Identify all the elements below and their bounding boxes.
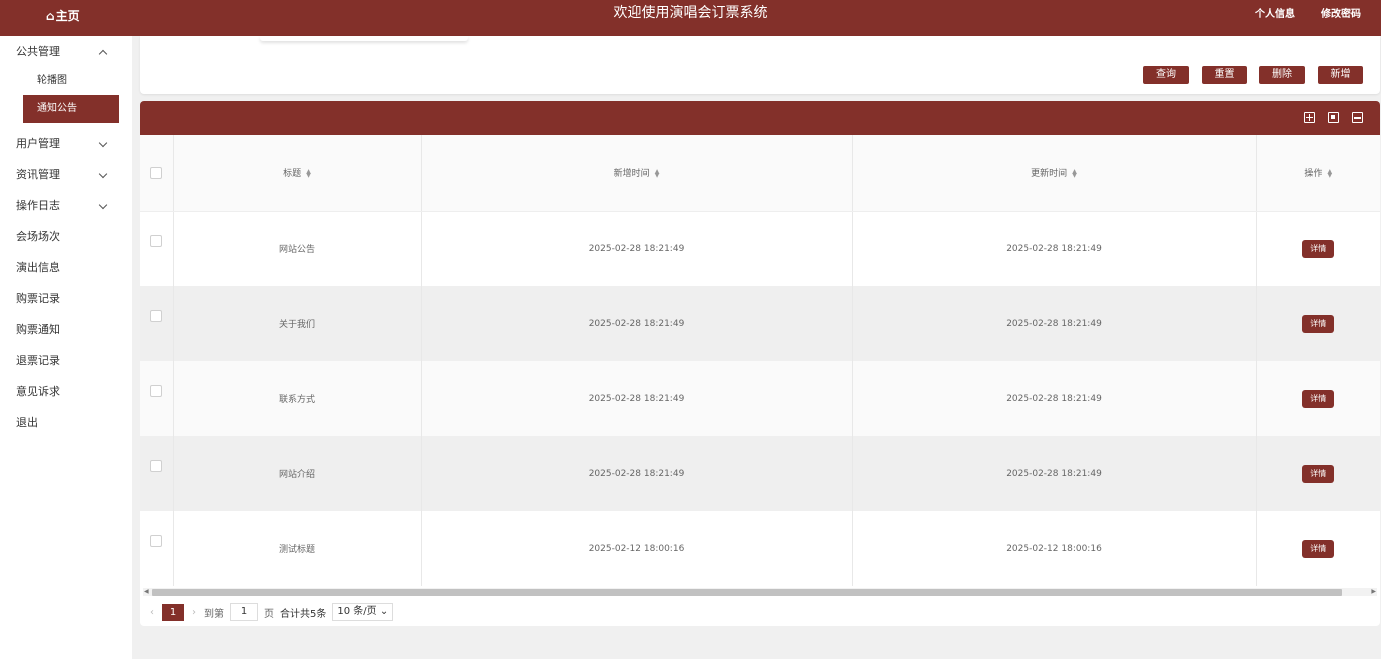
- cell-title: 网站介绍: [173, 436, 422, 511]
- column-header-title[interactable]: 标题 ▲ ▼: [173, 135, 422, 212]
- column-header-actions[interactable]: 操作 ▲ ▼: [1256, 135, 1380, 212]
- top-links: 个人信息 修改密码: [1229, 0, 1361, 36]
- prev-page-icon[interactable]: ‹: [150, 607, 154, 618]
- detail-button[interactable]: 详情: [1302, 239, 1335, 258]
- sidebar-item-carousel[interactable]: 轮播图: [0, 67, 132, 95]
- export-icon[interactable]: [1328, 112, 1339, 123]
- search-form-edge: [260, 36, 468, 41]
- table-row: 联系方式 2025-02-28 18:21:49 2025-02-28 18:2…: [140, 361, 1380, 436]
- query-button[interactable]: 查询: [1143, 66, 1189, 84]
- detail-button[interactable]: 详情: [1302, 464, 1335, 483]
- goto-suffix: 页: [264, 608, 274, 620]
- profile-link[interactable]: 个人信息: [1255, 9, 1295, 20]
- table-row: 关于我们 2025-02-28 18:21:49 2025-02-28 18:2…: [140, 286, 1380, 361]
- sidebar-item-shows[interactable]: 演出信息: [0, 252, 132, 283]
- scroll-left-icon[interactable]: ◀: [144, 588, 149, 596]
- print-icon[interactable]: [1352, 112, 1363, 123]
- column-header-created[interactable]: 新增时间 ▲ ▼: [421, 135, 853, 212]
- row-checkbox[interactable]: [150, 310, 163, 322]
- delete-button[interactable]: 删除: [1259, 66, 1305, 84]
- sidebar-group-public[interactable]: 公共管理: [0, 36, 132, 67]
- cell-created: 2025-02-12 18:00:16: [421, 511, 853, 586]
- page-number-current[interactable]: 1: [162, 603, 184, 621]
- select-all-checkbox[interactable]: [150, 166, 163, 179]
- site-title: 欢迎使用演唱会订票系统: [613, 5, 768, 21]
- sort-icon[interactable]: ▲ ▼: [1327, 168, 1332, 178]
- cell-created: 2025-02-28 18:21:49: [421, 436, 853, 511]
- scroll-right-icon[interactable]: ▶: [1371, 588, 1376, 596]
- cell-title: 测试标题: [173, 511, 422, 586]
- table-row: 测试标题 2025-02-12 18:00:16 2025-02-12 18:0…: [140, 511, 1380, 586]
- goto-page-input[interactable]: 1: [230, 603, 258, 621]
- table-row: 网站介绍 2025-02-28 18:21:49 2025-02-28 18:2…: [140, 436, 1380, 511]
- row-checkbox[interactable]: [150, 385, 163, 397]
- detail-button[interactable]: 详情: [1302, 314, 1335, 333]
- cell-created: 2025-02-28 18:21:49: [421, 361, 853, 436]
- sidebar-group-label: 资讯管理: [16, 168, 60, 181]
- chevron-up-icon: [98, 36, 108, 70]
- sidebar-group-news[interactable]: 资讯管理: [0, 159, 132, 190]
- sidebar-group-logs[interactable]: 操作日志: [0, 190, 132, 221]
- sidebar-group-label: 用户管理: [16, 137, 60, 150]
- sidebar-item-logout[interactable]: 退出: [0, 407, 132, 438]
- column-header-label: 标题: [283, 169, 302, 180]
- cell-created: 2025-02-28 18:21:49: [421, 286, 853, 361]
- table-row: 网站公告 2025-02-28 18:21:49 2025-02-28 18:2…: [140, 211, 1380, 286]
- notice-table: 标题 ▲ ▼ 新增时间 ▲ ▼ 更新时间 ▲ ▼ 操作 ▲ ▼ 网站公告 2025-02-28 …: [140, 135, 1380, 586]
- column-settings-icon[interactable]: [1304, 112, 1315, 123]
- column-header-label: 操作: [1304, 169, 1323, 180]
- cell-title: 网站公告: [173, 211, 422, 286]
- cell-updated: 2025-02-28 18:21:49: [852, 361, 1257, 436]
- sidebar-item-notice[interactable]: 通知公告: [23, 95, 119, 123]
- cell-updated: 2025-02-12 18:00:16: [852, 511, 1257, 586]
- sort-icon[interactable]: ▲ ▼: [1072, 168, 1077, 178]
- next-page-icon[interactable]: ›: [192, 607, 196, 618]
- row-checkbox[interactable]: [150, 460, 163, 472]
- column-header-updated[interactable]: 更新时间 ▲ ▼: [852, 135, 1257, 212]
- sidebar-group-users[interactable]: 用户管理: [0, 128, 132, 159]
- sidebar-item-venue[interactable]: 会场场次: [0, 221, 132, 252]
- select-all-cell: [140, 135, 174, 212]
- sidebar-item-purchase-notice[interactable]: 购票通知: [0, 314, 132, 345]
- change-password-link[interactable]: 修改密码: [1321, 9, 1361, 20]
- sidebar-group-label: 操作日志: [16, 199, 60, 212]
- total-count: 合计共5条: [280, 608, 327, 620]
- cell-title: 联系方式: [173, 361, 422, 436]
- row-checkbox[interactable]: [150, 235, 163, 248]
- table-toolbar: [140, 101, 1380, 135]
- horizontal-scrollbar[interactable]: ◀ ▶: [143, 588, 1377, 596]
- reset-button[interactable]: 重置: [1202, 66, 1247, 84]
- sort-icon[interactable]: ▲ ▼: [655, 168, 660, 178]
- chevron-down-icon: [98, 128, 108, 159]
- column-header-label: 更新时间: [1031, 169, 1068, 180]
- detail-button[interactable]: 详情: [1302, 389, 1335, 408]
- top-bar: ⌂主页 欢迎使用演唱会订票系统 个人信息 修改密码: [0, 0, 1381, 36]
- table-header-row: 标题 ▲ ▼ 新增时间 ▲ ▼ 更新时间 ▲ ▼ 操作 ▲ ▼: [140, 135, 1380, 212]
- sidebar-item-refunds[interactable]: 退票记录: [0, 345, 132, 376]
- search-panel: 查询 重置 删除 新增: [140, 36, 1380, 94]
- cell-updated: 2025-02-28 18:21:49: [852, 436, 1257, 511]
- cell-title: 关于我们: [173, 286, 422, 361]
- detail-button[interactable]: 详情: [1302, 539, 1335, 558]
- row-checkbox[interactable]: [150, 535, 163, 547]
- scrollbar-thumb[interactable]: [152, 589, 1342, 596]
- sidebar-item-purchases[interactable]: 购票记录: [0, 283, 132, 314]
- cell-updated: 2025-02-28 18:21:49: [852, 286, 1257, 361]
- chevron-down-icon: [98, 159, 108, 190]
- add-button[interactable]: 新增: [1318, 66, 1363, 84]
- chevron-down-icon: ⌄: [379, 606, 389, 617]
- pagination: ‹ 1 › 到第 1 页 合计共5条 10 条/页 ⌄: [150, 603, 394, 621]
- goto-prefix: 到第: [204, 608, 224, 620]
- sort-icon[interactable]: ▲ ▼: [306, 168, 311, 178]
- cell-created: 2025-02-28 18:21:49: [421, 211, 853, 286]
- column-header-label: 新增时间: [613, 169, 650, 180]
- page-size-select[interactable]: 10 条/页 ⌄: [332, 603, 394, 621]
- cell-updated: 2025-02-28 18:21:49: [852, 211, 1257, 286]
- sidebar-group-label: 公共管理: [16, 45, 60, 58]
- sidebar-item-feedback[interactable]: 意见诉求: [0, 376, 132, 407]
- sidebar: 公共管理 轮播图 通知公告 用户管理 资讯管理 操作日志 会场场次 演出信息 购…: [0, 36, 132, 659]
- table-panel: 标题 ▲ ▼ 新增时间 ▲ ▼ 更新时间 ▲ ▼ 操作 ▲ ▼ 网站公告 2025-02-28 …: [140, 101, 1380, 626]
- page-size-value: 10 条/页: [337, 606, 377, 617]
- chevron-down-icon: [98, 190, 108, 221]
